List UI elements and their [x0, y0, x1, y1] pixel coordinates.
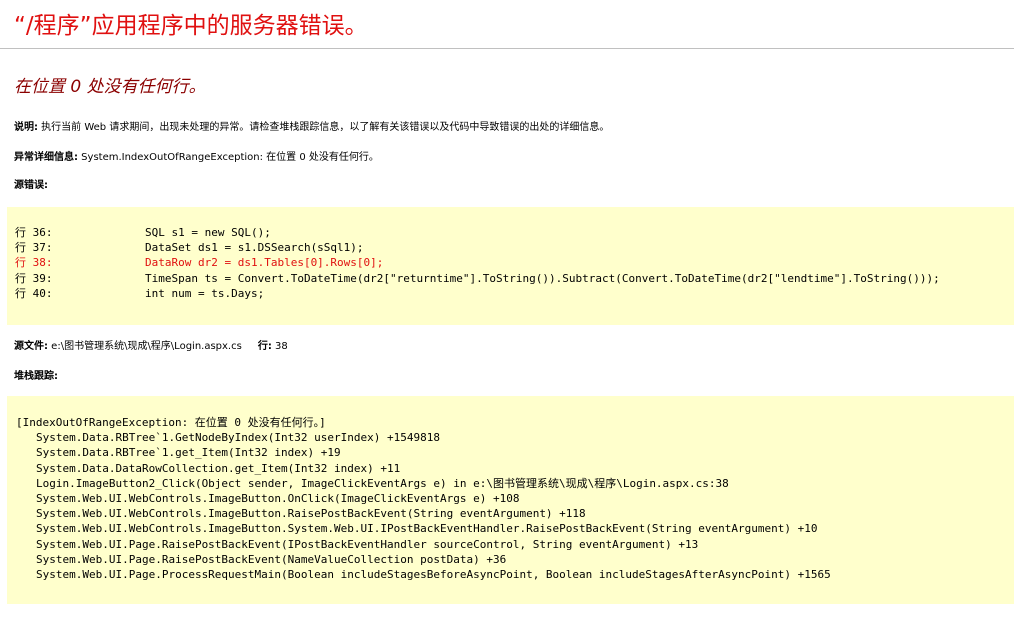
code-text: DataRow dr2 = ds1.Tables[0].Rows[0]; — [145, 256, 384, 270]
line-number: 行 36: — [15, 226, 53, 239]
source-error-label: 源错误: — [14, 180, 48, 191]
source-file-section: 源文件: e:\图书管理系统\现成\程序\Login.aspx.cs 行: 38 — [14, 340, 288, 354]
stack-trace-box: [IndexOutOfRangeException: 在位置 0 处没有任何行。… — [7, 396, 1014, 604]
source-file-label: 源文件: — [14, 341, 48, 352]
title-divider — [0, 48, 1014, 49]
code-text: SQL s1 = new SQL(); — [145, 226, 271, 239]
stack-frame: Login.ImageButton2_Click(Object sender, … — [36, 476, 729, 490]
source-line-label: 行: — [257, 341, 272, 352]
exception-details-label: 异常详细信息: — [14, 152, 78, 163]
stack-frame: System.Data.DataRowCollection.get_Item(I… — [36, 461, 401, 475]
code-text: TimeSpan ts = Convert.ToDateTime(dr2["re… — [145, 271, 940, 285]
description-text: 执行当前 Web 请求期间，出现未处理的异常。请检查堆栈跟踪信息，以了解有关该错… — [38, 122, 610, 133]
code-text: DataSet ds1 = s1.DSSearch(sSql1); — [145, 241, 364, 255]
stack-frame: System.Web.UI.Page.RaisePostBackEvent(Na… — [36, 552, 507, 566]
line-number: 行 37: — [15, 241, 53, 255]
stack-frame: System.Data.RBTree`1.GetNodeByIndex(Int3… — [36, 431, 440, 445]
stack-trace-section: 堆栈跟踪: — [14, 370, 58, 384]
source-code-line: 行 39: TimeSpan ts = Convert.ToDateTime(dr… — [15, 271, 1014, 286]
stack-frame: System.Web.UI.Page.RaisePostBackEvent(IP… — [36, 537, 699, 551]
exception-details-text: System.IndexOutOfRangeException: 在位置 0 处… — [78, 152, 379, 163]
stack-frame: System.Web.UI.WebControls.ImageButton.Ra… — [36, 507, 586, 521]
source-code-box: 行 36: SQL s1 = new SQL(); 行 37: DataSet ds… — [7, 207, 1014, 325]
stack-trace-label: 堆栈跟踪: — [14, 371, 58, 382]
stack-frame: System.Web.UI.WebControls.ImageButton.Sy… — [36, 522, 818, 536]
line-number: 行 38: — [15, 256, 53, 270]
line-number: 行 39: — [15, 271, 53, 285]
error-page: “/程序”应用程序中的服务器错误。 在位置 0 处没有任何行。 说明: 执行当前… — [0, 0, 1014, 617]
line-number: 行 40: — [15, 286, 53, 300]
page-title: “/程序”应用程序中的服务器错误。 — [14, 13, 368, 39]
source-line-value: 38 — [271, 341, 288, 352]
source-code-line-error: 行 38: DataRow dr2 = ds1.Tables[0].Rows[0]… — [15, 255, 1014, 270]
source-error-section: 源错误: — [14, 179, 48, 193]
stack-trace-header: [IndexOutOfRangeException: 在位置 0 处没有任何行。… — [16, 416, 326, 429]
exception-details-section: 异常详细信息: System.IndexOutOfRangeException:… — [14, 151, 379, 165]
code-text: int num = ts.Days; — [145, 286, 265, 300]
source-code-line: 行 36: SQL s1 = new SQL(); — [15, 225, 1014, 240]
source-code-line: 行 40: int num = ts.Days; — [15, 286, 1014, 301]
source-file-path: e:\图书管理系统\现成\程序\Login.aspx.cs — [48, 341, 242, 352]
stack-frame: System.Data.RBTree`1.get_Item(Int32 inde… — [36, 446, 341, 460]
description-section: 说明: 执行当前 Web 请求期间，出现未处理的异常。请检查堆栈跟踪信息，以了解… — [14, 121, 609, 135]
error-message-heading: 在位置 0 处没有任何行。 — [14, 77, 206, 97]
stack-frame: System.Web.UI.Page.ProcessRequestMain(Bo… — [36, 567, 831, 581]
description-label: 说明: — [14, 122, 38, 133]
source-code-line: 行 37: DataSet ds1 = s1.DSSearch(sSql1); — [15, 240, 1014, 255]
stack-frame: System.Web.UI.WebControls.ImageButton.On… — [36, 491, 520, 505]
